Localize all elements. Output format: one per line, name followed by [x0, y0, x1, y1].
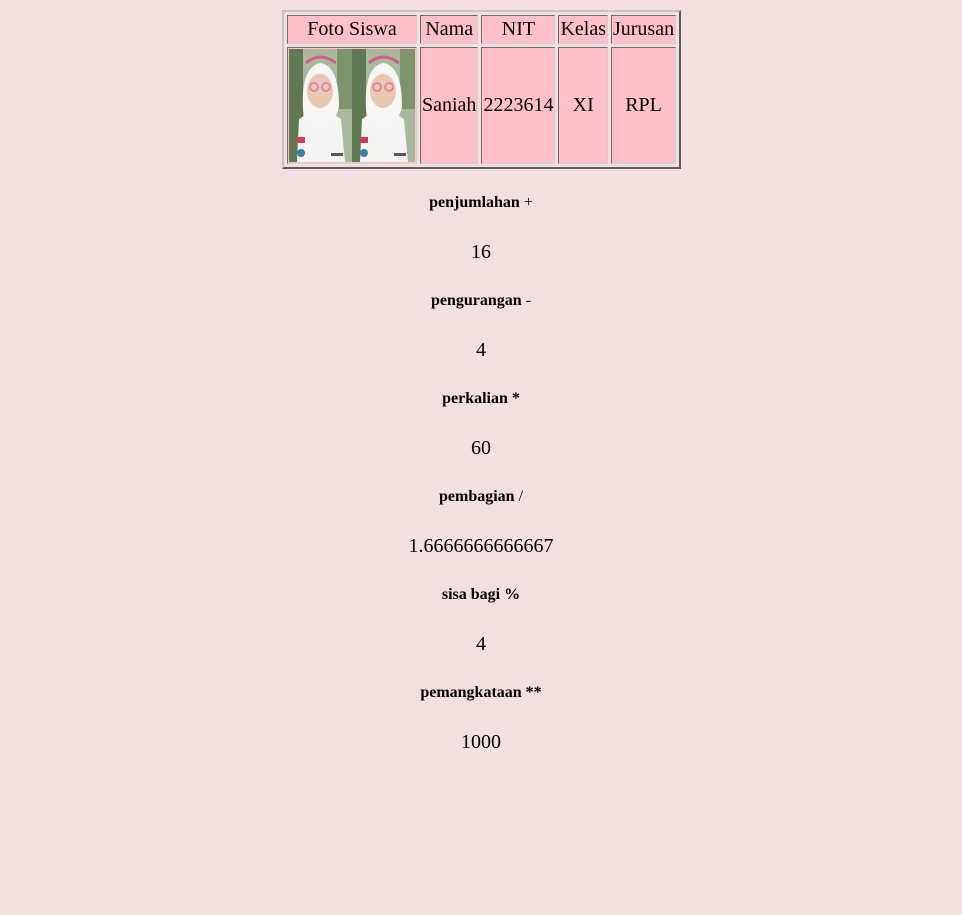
header-kelas: Kelas — [558, 15, 608, 44]
operation-result-perkalian: 60 — [471, 437, 491, 459]
operation-label: penjumlahan — [429, 194, 520, 211]
header-nama: Nama — [420, 15, 479, 44]
operation-title-pembagian: pembagian / — [0, 477, 962, 517]
operation-title-pemangkataan: pemangkataan ** — [0, 673, 962, 713]
operation-title-penjumlahan: penjumlahan + — [0, 183, 962, 223]
operation-title-perkalian: perkalian * — [0, 379, 962, 419]
student-photo — [289, 49, 415, 162]
operation-label: pengurangan — [430, 292, 522, 309]
header-jurusan: Jurusan — [610, 15, 677, 44]
table-header-row: Foto Siswa Nama NIT Kelas Jurusan — [287, 15, 677, 44]
operation-label: pembagian — [438, 488, 515, 505]
operation-symbol: ** — [525, 684, 542, 701]
operation-symbol: % — [504, 586, 521, 603]
operation-label: pemangkataan — [420, 684, 522, 701]
cell-nama: Saniah — [420, 47, 479, 164]
student-table: Foto Siswa Nama NIT Kelas Jurusan Saniah… — [282, 10, 682, 169]
operation-result-penjumlahan: 16 — [471, 241, 491, 263]
student-photo-right — [352, 49, 415, 162]
operation-label: perkalian — [442, 390, 508, 407]
student-photo-cell — [287, 47, 417, 164]
operation-label: sisa bagi — [441, 586, 501, 603]
operation-result-pembagian: 1.6666666666667 — [408, 535, 554, 557]
header-nit: NIT — [481, 15, 556, 44]
operation-symbol: + — [523, 194, 533, 211]
operations-list: penjumlahan + 16 pengurangan - 4 perkali… — [0, 183, 962, 771]
header-foto-siswa: Foto Siswa — [287, 15, 417, 44]
student-photo-left — [289, 49, 352, 162]
page: Foto Siswa Nama NIT Kelas Jurusan Saniah… — [0, 0, 962, 915]
operation-title-pengurangan: pengurangan - — [0, 281, 962, 321]
table-row: Saniah 2223614 XI RPL — [287, 47, 677, 164]
cell-nit: 2223614 — [481, 47, 556, 164]
operation-symbol: * — [511, 390, 520, 407]
cell-jurusan: RPL — [610, 47, 677, 164]
operation-symbol: - — [525, 292, 532, 309]
operation-result-pemangkataan: 1000 — [461, 731, 501, 753]
operation-symbol: / — [518, 488, 524, 505]
operation-result-sisa-bagi: 4 — [476, 633, 486, 655]
operation-result-pengurangan: 4 — [476, 339, 486, 361]
cell-kelas: XI — [558, 47, 608, 164]
operation-title-sisa-bagi: sisa bagi % — [0, 575, 962, 615]
